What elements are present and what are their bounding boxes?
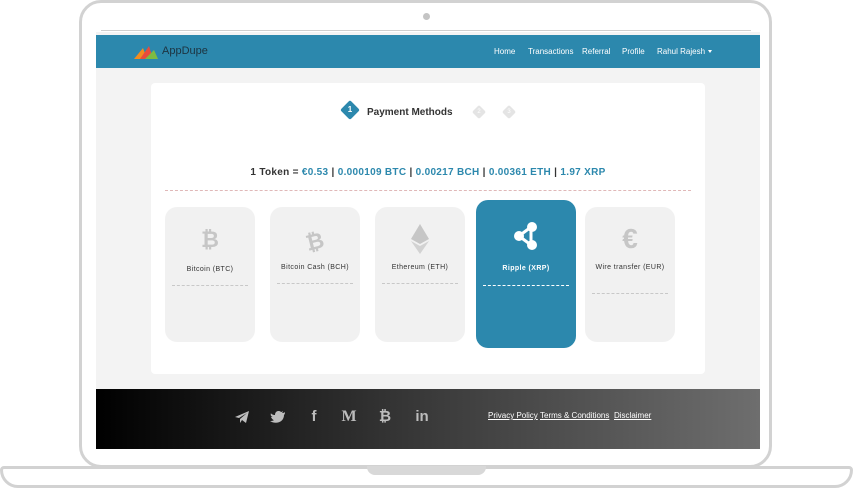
token-rate: 1 Token = €0.53 | 0.000109 BTC | 0.00217…: [151, 167, 705, 178]
method-divider: [277, 283, 353, 284]
telegram-icon[interactable]: [234, 409, 250, 425]
rate-separator: |: [331, 167, 335, 178]
footer: f M ₿ in Privacy Policy Terms & Conditio…: [96, 389, 760, 449]
rate-divider: [165, 190, 691, 191]
rate-btc: 0.000109 BTC: [337, 167, 407, 178]
method-divider: [592, 293, 668, 294]
nav-profile[interactable]: Profile: [622, 47, 645, 56]
appdupe-logo-icon: [134, 46, 158, 59]
payment-card: 1 Payment Methods 2 3 1 Token = €0.53 | …: [151, 83, 705, 374]
method-ethereum[interactable]: Ethereum (ETH): [375, 207, 465, 342]
nav-user-menu[interactable]: Rahul Rajesh: [657, 47, 713, 56]
disclaimer-link[interactable]: Disclaimer: [614, 411, 651, 420]
rate-eur: €0.53: [301, 167, 329, 178]
rate-eth: 0.00361 ETH: [488, 167, 552, 178]
method-divider: [382, 283, 458, 284]
method-divider: [172, 285, 248, 286]
step-title: Payment Methods: [367, 107, 453, 118]
rate-bch: 0.00217 BCH: [415, 167, 480, 178]
method-label: Bitcoin Cash (BCH): [281, 264, 349, 271]
method-label: Bitcoin (BTC): [186, 266, 234, 273]
nav-home[interactable]: Home: [494, 47, 515, 56]
brand-name[interactable]: AppDupe: [162, 45, 208, 57]
nav-transactions[interactable]: Transactions: [528, 47, 574, 56]
rate-separator: |: [482, 167, 486, 178]
top-navbar: AppDupe Home Transactions Referral Profi…: [96, 35, 760, 68]
twitter-icon[interactable]: [270, 409, 286, 425]
camera-dot: [423, 13, 430, 20]
method-divider: [483, 285, 569, 286]
bitcoin-icon: ₿: [201, 227, 219, 252]
rate-prefix: 1 Token =: [250, 167, 299, 178]
method-label: Ethereum (ETH): [391, 264, 449, 271]
bitcoin-cash-icon: ₿: [303, 227, 327, 256]
method-wire-transfer[interactable]: € Wire transfer (EUR): [585, 207, 675, 342]
facebook-icon[interactable]: f: [306, 409, 322, 425]
linkedin-icon[interactable]: in: [412, 409, 432, 425]
rate-separator: |: [409, 167, 413, 178]
step-number-3: 3: [507, 109, 511, 115]
ethereum-icon: [411, 224, 429, 254]
app-screen: AppDupe Home Transactions Referral Profi…: [96, 32, 760, 449]
rate-xrp: 1.97 XRP: [560, 167, 606, 178]
terms-link[interactable]: Terms & Conditions: [540, 411, 609, 420]
screen-top-line: [101, 30, 751, 31]
method-bitcoin-cash[interactable]: ₿ Bitcoin Cash (BCH): [270, 207, 360, 342]
step-number-2: 2: [477, 109, 481, 115]
laptop-base-notch: [367, 466, 486, 475]
method-label: Wire transfer (EUR): [595, 264, 665, 271]
method-ripple[interactable]: Ripple (XRP): [476, 200, 576, 348]
medium-icon[interactable]: M: [341, 409, 357, 425]
ripple-icon: [514, 222, 537, 250]
privacy-policy-link[interactable]: Privacy Policy: [488, 411, 538, 420]
rate-separator: |: [554, 167, 558, 178]
nav-referral[interactable]: Referral: [582, 47, 610, 56]
method-label: Ripple (XRP): [502, 265, 550, 272]
step-number: 1: [347, 105, 353, 114]
bitcoin-icon[interactable]: ₿: [377, 409, 393, 425]
caret-down-icon: [708, 50, 713, 54]
euro-icon: €: [622, 223, 638, 254]
method-bitcoin[interactable]: ₿ Bitcoin (BTC): [165, 207, 255, 342]
user-name: Rahul Rajesh: [657, 47, 706, 56]
